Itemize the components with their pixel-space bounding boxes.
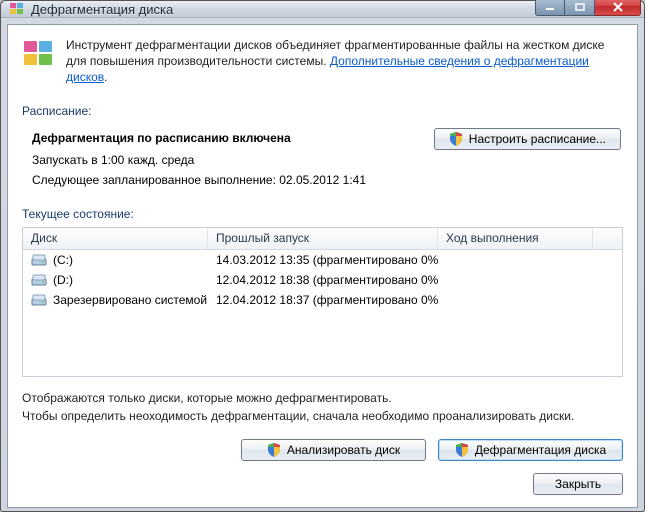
current-state-label: Текущее состояние: [22,207,623,221]
disk-last-run: 12.04.2012 18:38 (фрагментировано 0%) [208,273,438,287]
configure-schedule-button[interactable]: Настроить расписание... [434,128,621,150]
table-row[interactable]: (D:) 12.04.2012 18:38 (фрагментировано 0… [23,270,622,290]
disk-name: Зарезервировано системой [53,293,207,307]
schedule-status: Дефрагментация по расписанию включена [32,128,366,148]
disk-last-run: 12.04.2012 18:37 (фрагментировано 0%) [208,293,438,307]
app-icon [9,1,25,17]
analyze-button[interactable]: Анализировать диск [241,439,426,461]
maximize-button[interactable] [565,0,595,16]
drive-icon [31,253,47,267]
titlebar[interactable]: Дефрагментация диска [1,1,644,18]
intro-text: Инструмент дефрагментации дисков объедин… [66,37,623,86]
analyze-label: Анализировать диск [287,443,400,457]
drive-icon [31,293,47,307]
notes: Отображаются только диски, которые можно… [22,389,623,425]
close-dialog-button[interactable]: Закрыть [533,473,623,495]
intro: Инструмент дефрагментации дисков объедин… [22,37,623,86]
defrag-button[interactable]: Дефрагментация диска [438,439,623,461]
schedule-box: Дефрагментация по расписанию включена За… [22,124,623,201]
schedule-label: Расписание: [22,104,623,118]
col-spacer [593,228,622,249]
disk-name: (C:) [53,253,73,267]
notes-line-2: Чтобы определить неоходимость дефрагмент… [22,407,623,425]
close-row: Закрыть [22,473,623,495]
col-last-run[interactable]: Прошлый запуск [208,228,438,249]
close-button[interactable] [595,0,641,16]
table-row[interactable]: (C:) 14.03.2012 13:35 (фрагментировано 0… [23,250,622,270]
client-area: Инструмент дефрагментации дисков объедин… [7,24,638,508]
table-header: Диск Прошлый запуск Ход выполнения [23,228,622,250]
configure-schedule-label: Настроить расписание... [469,132,606,146]
schedule-run-at: Запускать в 1:00 кажд. среда [32,150,366,170]
defrag-icon [22,37,56,71]
shield-icon [449,132,463,146]
schedule-info: Дефрагментация по расписанию включена За… [32,128,366,191]
col-progress[interactable]: Ход выполнения [438,228,593,249]
drive-icon [31,273,47,287]
minimize-button[interactable] [535,0,565,16]
action-buttons: Анализировать диск Дефрагментация диска [22,439,623,461]
defrag-label: Дефрагментация диска [475,443,606,457]
close-label: Закрыть [555,477,601,491]
disk-name: (D:) [53,273,73,287]
window: Дефрагментация диска [0,0,645,512]
col-disk[interactable]: Диск [23,228,208,249]
shield-icon [267,443,281,457]
schedule-next-run: Следующее запланированное выполнение: 02… [32,170,366,190]
notes-line-1: Отображаются только диски, которые можно… [22,389,623,407]
disk-last-run: 14.03.2012 13:35 (фрагментировано 0%) [208,253,438,267]
table-row[interactable]: Зарезервировано системой 12.04.2012 18:3… [23,290,622,310]
window-buttons [535,0,641,16]
shield-icon [455,443,469,457]
window-title: Дефрагментация диска [31,2,535,17]
table-body: (C:) 14.03.2012 13:35 (фрагментировано 0… [23,250,622,310]
disk-table: Диск Прошлый запуск Ход выполнения (C:) … [22,227,623,377]
